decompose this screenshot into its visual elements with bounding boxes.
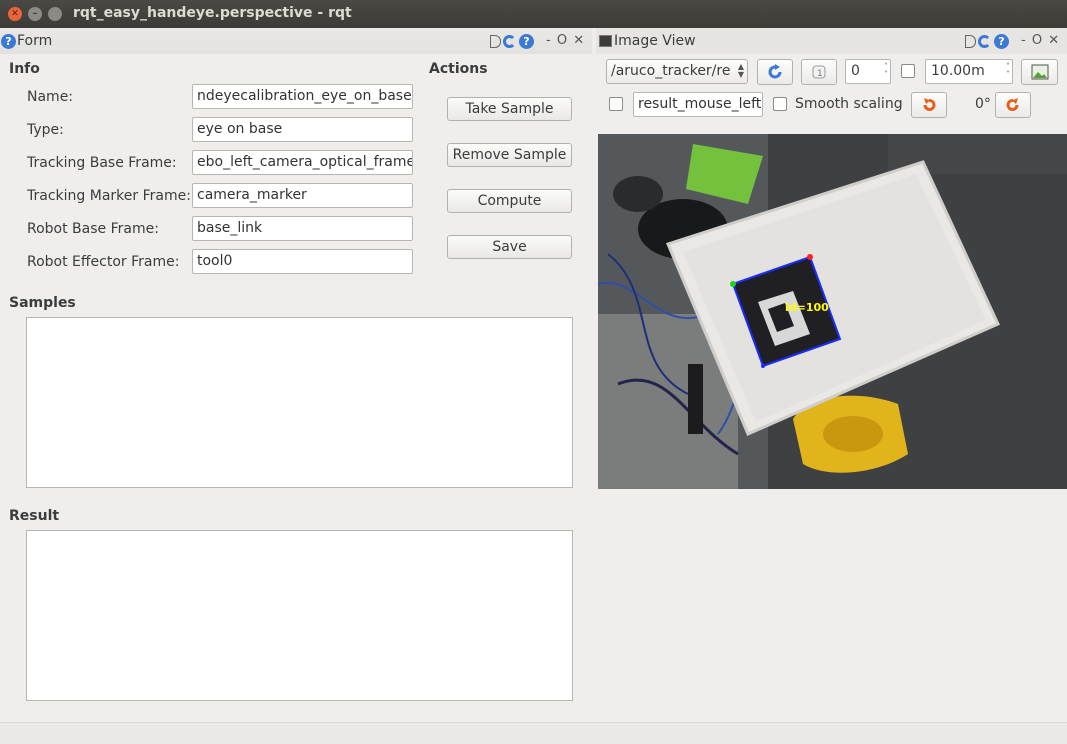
combo-updown-icon: ▲ ▼ — [737, 62, 744, 79]
tracking-marker-frame-label: Tracking Marker Frame: — [27, 188, 191, 204]
topic-select-value: /aruco_tracker/re — [611, 63, 731, 79]
zoom-spinbox-value: 0 — [851, 63, 860, 79]
robot-effector-frame-field[interactable]: tool0 — [192, 249, 413, 274]
robot-effector-frame-label: Robot Effector Frame: — [27, 254, 180, 270]
dock-d-icon[interactable] — [490, 35, 501, 48]
refresh-icon — [768, 64, 782, 79]
help-icon[interactable]: ? — [519, 34, 534, 49]
rotate-left-button[interactable] — [911, 92, 947, 118]
rotation-value: 0° — [975, 96, 991, 112]
mouse-topic-field[interactable]: result_mouse_left — [633, 92, 763, 117]
reload-icon[interactable] — [503, 35, 516, 48]
robot-base-frame-label: Robot Base Frame: — [27, 221, 159, 237]
window-close-button[interactable]: ✕ — [8, 7, 22, 21]
take-sample-button[interactable]: Take Sample — [447, 97, 572, 121]
status-bar — [0, 722, 1067, 744]
window-titlebar: ✕ – rqt_easy_handeye.perspective - rqt — [0, 0, 1067, 28]
save-button[interactable]: Save — [447, 235, 572, 259]
window-minimize-button[interactable]: – — [28, 7, 42, 21]
rotate-left-icon — [923, 98, 936, 111]
compute-button[interactable]: Compute — [447, 189, 572, 213]
help-icon[interactable]: ? — [994, 34, 1009, 49]
samples-list[interactable] — [26, 317, 573, 488]
form-dock-title: Form — [17, 33, 53, 49]
window-maximize-button[interactable] — [48, 7, 62, 21]
samples-heading: Samples — [9, 295, 76, 311]
max-range-spinbox[interactable]: 10.00m ˄ ˅ — [925, 59, 1013, 84]
robot-base-frame-field[interactable]: base_link — [192, 216, 413, 241]
zoom-1-button[interactable]: 1 — [801, 59, 837, 85]
smooth-scaling-checkbox[interactable] — [773, 97, 787, 111]
dynamic-range-checkbox[interactable] — [901, 64, 915, 78]
image-dock-header: Image View ? - O ✕ — [596, 28, 1067, 54]
image-save-icon — [1031, 64, 1048, 80]
save-image-button[interactable] — [1021, 59, 1058, 85]
topic-select[interactable]: /aruco_tracker/re ▲ ▼ — [606, 59, 748, 84]
spin-arrows-icon[interactable]: ˄ ˅ — [1006, 63, 1010, 79]
remove-sample-button[interactable]: Remove Sample — [447, 143, 572, 167]
zoom-icon: 1 — [812, 65, 826, 79]
info-heading: Info — [9, 61, 40, 77]
marker-id-label: id=100 — [785, 301, 829, 314]
zoom-spinbox[interactable]: 0 ˄ ˅ — [845, 59, 891, 84]
window-title: rqt_easy_handeye.perspective - rqt — [73, 5, 352, 21]
form-dock-header: ? Form ? - O ✕ — [0, 28, 592, 54]
rotate-right-icon — [1006, 98, 1019, 111]
help-icon[interactable]: ? — [1, 34, 16, 49]
camera-image[interactable]: id=100 — [598, 134, 1067, 489]
result-output[interactable] — [26, 530, 573, 701]
type-field[interactable]: eye on base — [192, 117, 413, 142]
tracking-base-frame-label: Tracking Base Frame: — [27, 155, 177, 171]
rotate-right-button[interactable] — [995, 92, 1031, 118]
tracking-marker-frame-field[interactable]: camera_marker — [192, 183, 413, 208]
form-dock-window-controls[interactable]: - O ✕ — [546, 33, 585, 48]
refresh-topics-button[interactable] — [757, 59, 793, 85]
dock-d-icon[interactable] — [965, 35, 976, 48]
reload-icon[interactable] — [978, 35, 991, 48]
result-heading: Result — [9, 508, 60, 524]
image-dock-window-controls[interactable]: - O ✕ — [1021, 33, 1060, 48]
svg-text:1: 1 — [817, 69, 823, 79]
spin-arrows-icon[interactable]: ˄ ˅ — [884, 63, 888, 79]
camera-frame: id=100 — [598, 134, 1067, 489]
type-label: Type: — [27, 122, 64, 138]
actions-heading: Actions — [429, 61, 488, 77]
tracking-base-frame-field[interactable]: ebo_left_camera_optical_frame — [192, 150, 413, 175]
smooth-scaling-label: Smooth scaling — [795, 96, 903, 112]
image-dock-title: Image View — [614, 33, 696, 49]
name-label: Name: — [27, 89, 74, 105]
max-range-value: 10.00m — [931, 63, 985, 79]
name-field[interactable]: ndeyecalibration_eye_on_base/ — [192, 84, 413, 109]
image-view-icon — [599, 35, 612, 47]
mouse-publish-checkbox[interactable] — [609, 97, 623, 111]
